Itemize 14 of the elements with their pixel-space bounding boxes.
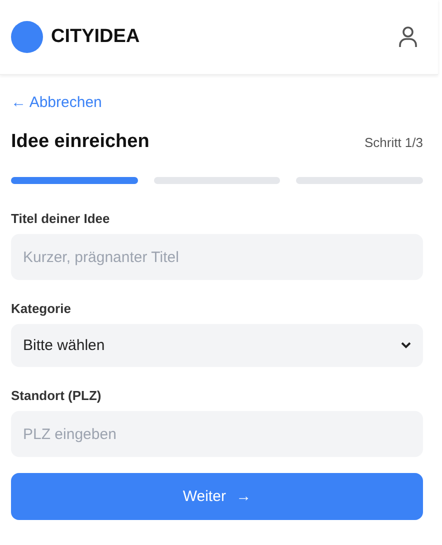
field-label: Standort (PLZ) [11, 388, 102, 403]
logo-text: CITYIDEA [51, 26, 141, 48]
input-field[interactable]: Kurzer, prägnanter Titel [11, 234, 423, 280]
input-field[interactable]: PLZ eingeben [11, 411, 423, 457]
step-counter: Schritt 1/3 [364, 134, 423, 150]
user-icon[interactable] [398, 26, 418, 48]
next-button[interactable]: Weiter → [11, 473, 423, 520]
page-title: Idee einreichen [11, 131, 150, 153]
cancel-link[interactable]: ← Abbrechen [11, 94, 102, 111]
chevron-down-icon [401, 342, 411, 349]
field-label: Kategorie [11, 301, 72, 316]
logo-icon [11, 21, 43, 53]
category-select[interactable]: Bitte wählen [11, 324, 423, 367]
field-label: Titel deiner Idee [11, 211, 111, 226]
